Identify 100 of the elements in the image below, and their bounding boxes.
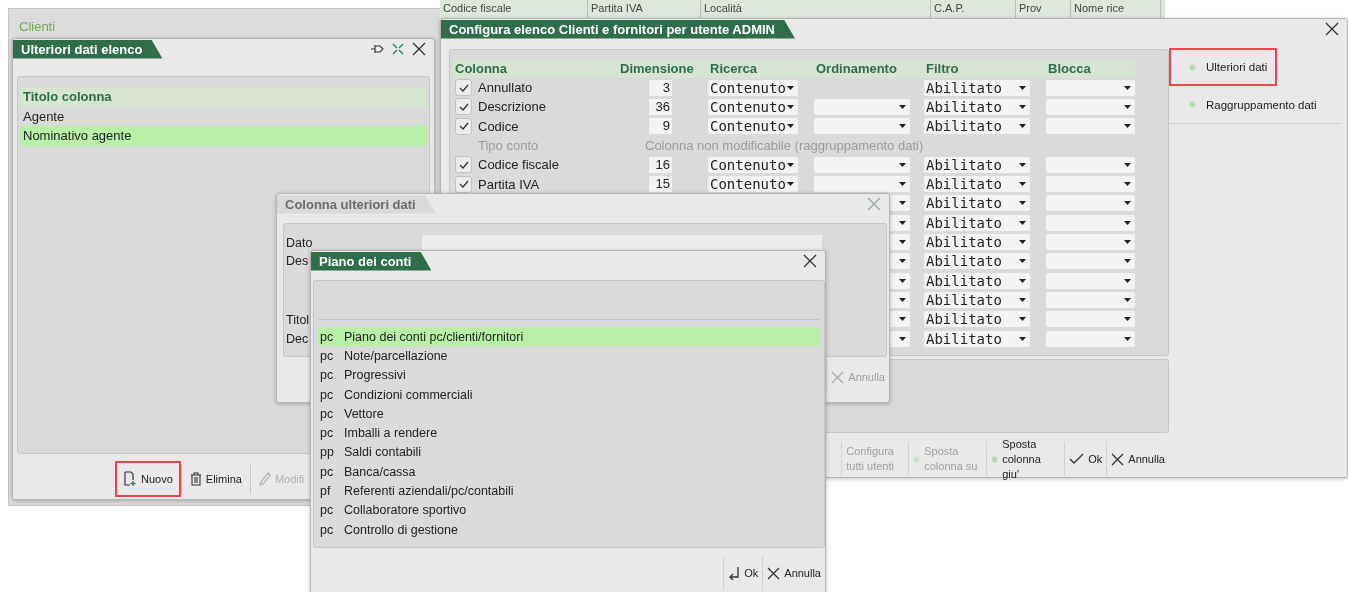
close-icon[interactable] — [803, 254, 817, 268]
dropdown[interactable] — [1046, 176, 1135, 193]
size-field[interactable]: 36 — [649, 98, 672, 115]
toolbar-button[interactable]: Annulla — [762, 556, 825, 590]
list-item[interactable]: pc Controllo di gestione — [318, 519, 820, 540]
toolbar-button[interactable]: Ok — [1064, 442, 1107, 476]
list-item[interactable]: pc Banca/cassa — [318, 462, 820, 482]
window-title: Piano dei conti — [311, 251, 432, 271]
dropdown[interactable]: Abilitato — [924, 272, 1030, 289]
caret-icon — [1124, 297, 1131, 302]
caret-icon — [1019, 104, 1026, 109]
caret-icon — [1124, 85, 1131, 90]
dropdown[interactable] — [814, 156, 910, 173]
dropdown[interactable]: Abilitato — [924, 79, 1030, 96]
dropdown[interactable]: Abilitato — [924, 98, 1030, 115]
dropdown[interactable] — [814, 118, 910, 135]
trash-icon — [189, 472, 202, 486]
size-field[interactable]: 15 — [649, 176, 672, 193]
close-icon[interactable] — [412, 42, 426, 56]
field-label: Titol — [286, 312, 310, 327]
toolbar-button[interactable]: Annulla — [1106, 442, 1169, 476]
dropdown[interactable] — [1046, 234, 1135, 250]
caret-icon — [899, 162, 906, 167]
field-label: Dec — [286, 331, 309, 346]
checkbox[interactable] — [455, 79, 472, 97]
caret-icon — [899, 182, 906, 187]
list-item[interactable]: pc Progressivi — [318, 365, 820, 385]
pencil-icon — [258, 472, 271, 486]
caret-icon — [899, 240, 906, 244]
caret-icon — [787, 104, 794, 109]
dropdown[interactable] — [814, 98, 910, 115]
dropdown[interactable] — [1046, 195, 1135, 212]
dropdown[interactable] — [1046, 330, 1135, 347]
dropdown[interactable]: Abilitato — [924, 214, 1030, 231]
list-item[interactable]: pc Condizioni commerciali — [318, 384, 820, 405]
column-header: Ricerca — [709, 61, 758, 76]
dropdown[interactable] — [1046, 214, 1135, 231]
dropdown[interactable] — [1046, 118, 1135, 135]
list-item[interactable]: pf Referenti aziendali/pc/contabili — [318, 481, 820, 501]
dropdown[interactable]: Abilitato — [924, 311, 1030, 328]
check-icon — [458, 83, 469, 92]
return-arrow-icon — [728, 566, 741, 580]
dropdown[interactable]: Contenuto — [708, 118, 798, 135]
input-field[interactable] — [422, 234, 822, 251]
dropdown[interactable] — [1046, 253, 1135, 270]
checkbox[interactable] — [455, 156, 472, 174]
checkbox[interactable] — [455, 117, 472, 135]
caret-icon — [1019, 297, 1026, 302]
caret-icon — [899, 278, 906, 283]
column-header: Ordinamento — [815, 61, 898, 76]
toolbar-button[interactable]: Ok — [723, 556, 763, 590]
pin-icon[interactable] — [370, 44, 384, 54]
caret-icon — [787, 182, 794, 187]
size-field[interactable]: 3 — [649, 79, 672, 96]
dropdown[interactable] — [1046, 156, 1135, 173]
list-item[interactable]: pp Saldi contabili — [318, 442, 820, 463]
dropdown[interactable]: Contenuto — [708, 156, 798, 173]
dropdown[interactable]: Abilitato — [924, 156, 1030, 173]
list-item[interactable]: pc Imballi a rendere — [318, 423, 820, 443]
dropdown[interactable]: Abilitato — [924, 195, 1030, 212]
dropdown[interactable] — [1046, 98, 1135, 115]
caret-icon — [1124, 220, 1131, 225]
caret-icon — [899, 317, 906, 322]
column-name: Descrizione — [477, 99, 547, 115]
sidebar-item[interactable]: Raggruppamento dati — [1169, 86, 1341, 124]
toolbar-button[interactable]: Nuovo — [115, 461, 181, 497]
dropdown[interactable]: Contenuto — [708, 98, 798, 115]
close-icon[interactable] — [1325, 22, 1339, 36]
dropdown[interactable]: Contenuto — [708, 79, 798, 96]
dropdown[interactable]: Abilitato — [924, 291, 1030, 308]
shrink-icon[interactable] — [392, 43, 404, 55]
dropdown[interactable] — [814, 176, 910, 193]
check-icon — [458, 102, 469, 111]
dropdown[interactable]: Contenuto — [708, 176, 798, 193]
dropdown[interactable]: Abilitato — [924, 330, 1030, 347]
size-field[interactable]: 9 — [649, 118, 672, 135]
list-item[interactable]: pc Piano dei conti pc/clienti/fornitori — [318, 327, 820, 347]
toolbar-button[interactable]: Elimina — [181, 461, 250, 497]
caret-icon — [899, 104, 906, 109]
dropdown[interactable]: Abilitato — [924, 253, 1030, 270]
sidebar-item[interactable]: Ulteriori dati — [1169, 48, 1277, 86]
check-icon — [458, 160, 469, 169]
list-item[interactable]: pc Collaboratore sportivo — [318, 500, 820, 520]
caret-icon — [1019, 278, 1026, 283]
dropdown[interactable] — [1046, 79, 1135, 96]
list-item[interactable]: pc Note/parcellazione — [318, 346, 820, 366]
list-item[interactable]: Nominativo agente — [20, 126, 427, 146]
dropdown[interactable]: Abilitato — [924, 176, 1030, 193]
dropdown[interactable] — [1046, 291, 1135, 308]
dropdown[interactable]: Abilitato — [924, 234, 1030, 250]
dropdown[interactable] — [1046, 272, 1135, 289]
caret-icon — [787, 124, 794, 129]
checkbox[interactable] — [455, 175, 472, 193]
size-field[interactable]: 16 — [649, 156, 672, 173]
list-item[interactable]: Agente — [20, 106, 427, 126]
list-item[interactable]: pc Vettore — [318, 404, 820, 424]
dropdown[interactable] — [1046, 311, 1135, 328]
dropdown[interactable]: Abilitato — [924, 118, 1030, 135]
caret-icon — [899, 259, 906, 264]
checkbox[interactable] — [455, 98, 472, 116]
